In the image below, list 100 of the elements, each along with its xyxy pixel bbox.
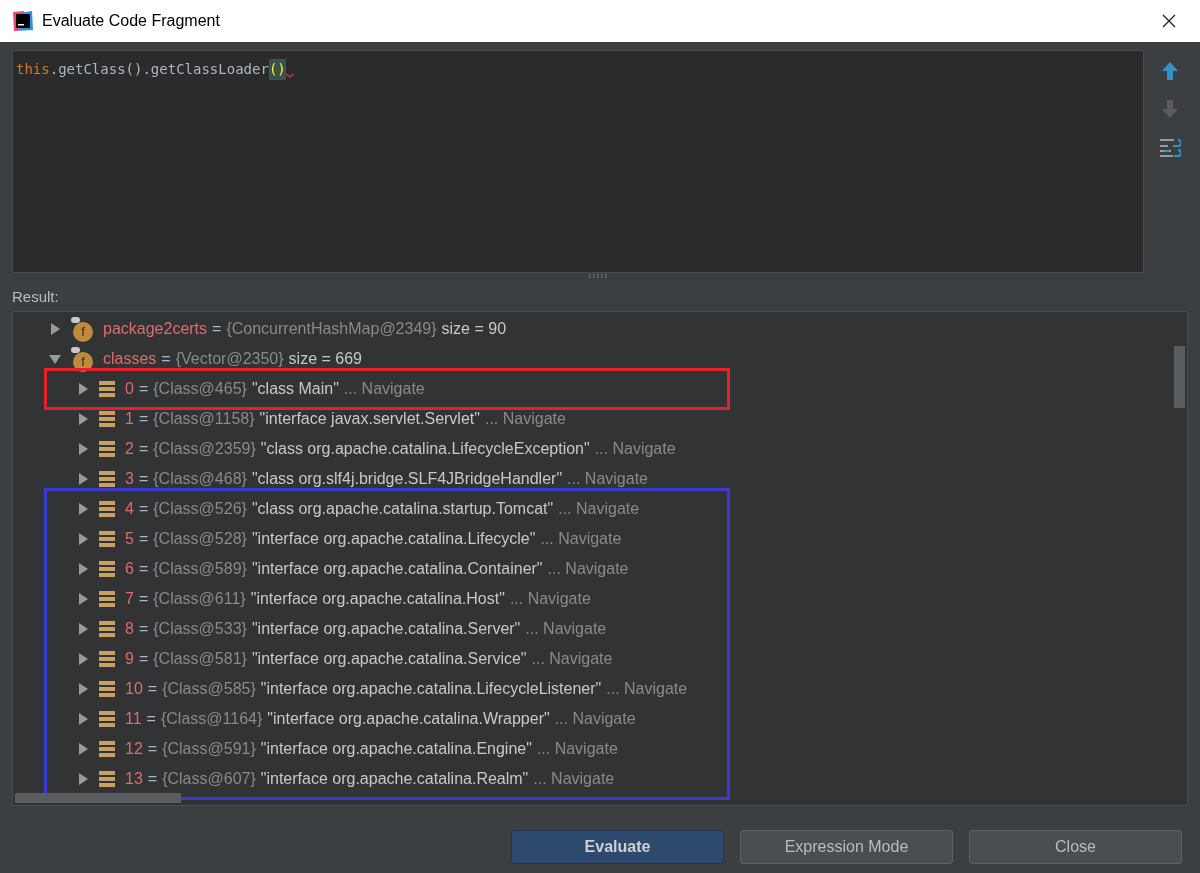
- equals-sign: =: [138, 499, 149, 519]
- object-type: {Class@465}: [153, 379, 247, 399]
- equals-sign: =: [138, 379, 149, 399]
- variable-name: 9: [125, 649, 134, 669]
- equals-sign: =: [147, 679, 158, 699]
- list-item-icon: [99, 471, 115, 487]
- navigate-link[interactable]: ... Navigate: [343, 377, 425, 401]
- navigate-link[interactable]: ... Navigate: [533, 767, 615, 791]
- object-value: "interface org.apache.catalina.Service": [251, 649, 527, 669]
- object-type: {Class@591}: [162, 739, 256, 759]
- variable-name: 7: [125, 589, 134, 609]
- expand-arrow-icon[interactable]: [77, 473, 89, 485]
- object-type: {Class@585}: [162, 679, 256, 699]
- object-value: "class org.slf4j.bridge.SLF4JBridgeHandler": [251, 469, 563, 489]
- variable-name: 2: [125, 439, 134, 459]
- list-item-icon: [99, 591, 115, 607]
- equals-sign: =: [138, 409, 149, 429]
- expand-arrow-icon[interactable]: [77, 653, 89, 665]
- navigate-link[interactable]: ... Navigate: [531, 647, 613, 671]
- variable-name: 0: [125, 379, 134, 399]
- expand-arrow-icon[interactable]: [77, 533, 89, 545]
- close-icon[interactable]: [1162, 14, 1176, 28]
- up-arrow-icon[interactable]: [1162, 62, 1179, 80]
- object-type: {ConcurrentHashMap@2349}: [226, 319, 437, 339]
- equals-sign: =: [138, 439, 149, 459]
- list-item-icon: [99, 441, 115, 457]
- expand-arrow-icon[interactable]: [77, 593, 89, 605]
- object-value: "interface org.apache.catalina.Container": [251, 559, 543, 579]
- vertical-scrollbar[interactable]: [1174, 346, 1185, 408]
- variable-name: 4: [125, 499, 134, 519]
- navigate-link[interactable]: ... Navigate: [547, 557, 629, 581]
- object-type: {Class@526}: [153, 499, 247, 519]
- equals-sign: =: [212, 319, 222, 339]
- equals-sign: =: [146, 709, 156, 729]
- expand-arrow-icon[interactable]: [77, 713, 89, 725]
- expand-arrow-icon[interactable]: [77, 443, 89, 455]
- object-value: "interface org.apache.catalina.Wrapper": [267, 709, 550, 729]
- expand-arrow-icon[interactable]: [77, 383, 89, 395]
- object-value: "class Main": [251, 379, 339, 399]
- equals-sign: =: [161, 349, 171, 369]
- expand-arrow-icon[interactable]: [49, 323, 61, 335]
- expand-arrow-icon[interactable]: [77, 413, 89, 425]
- variable-name: 3: [125, 469, 134, 489]
- object-value: size = 90: [441, 319, 507, 339]
- navigate-link[interactable]: ... Navigate: [567, 467, 648, 491]
- list-item-icon: [99, 561, 115, 577]
- variable-name: 10: [125, 679, 143, 699]
- navigate-link[interactable]: ... Navigate: [525, 617, 607, 641]
- window-title: Evaluate Code Fragment: [42, 11, 220, 31]
- equals-sign: =: [147, 769, 158, 789]
- navigate-link[interactable]: ... Navigate: [554, 707, 636, 731]
- equals-sign: =: [147, 739, 158, 759]
- object-value: "interface org.apache.catalina.Engine": [260, 739, 532, 759]
- dialog-button[interactable]: Evaluate: [511, 830, 724, 864]
- dialog-button[interactable]: Expression Mode: [740, 830, 953, 864]
- navigate-link[interactable]: ... Navigate: [540, 527, 622, 551]
- code-token: this: [16, 60, 50, 79]
- navigate-link[interactable]: ... Navigate: [536, 737, 618, 761]
- object-type: {Class@2359}: [153, 439, 256, 459]
- navigate-link[interactable]: ... Navigate: [558, 497, 640, 521]
- list-item-icon: [99, 501, 115, 517]
- list-item-icon: [99, 681, 115, 697]
- object-value: "interface org.apache.catalina.Lifecycle": [251, 529, 536, 549]
- expand-arrow-icon[interactable]: [77, 563, 89, 575]
- object-value: "class org.apache.catalina.LifecycleException": [260, 439, 590, 459]
- navigate-link[interactable]: ... Navigate: [509, 587, 591, 611]
- variable-name: 6: [125, 559, 134, 579]
- expand-arrow-icon[interactable]: [77, 743, 89, 755]
- variable-name: 1: [125, 409, 134, 429]
- expand-arrow-icon[interactable]: [77, 503, 89, 515]
- equals-sign: =: [138, 589, 149, 609]
- object-value: "interface org.apache.catalina.Host": [250, 589, 505, 609]
- variable-name: package2certs: [103, 319, 208, 339]
- object-type: {Class@528}: [153, 529, 247, 549]
- variable-name: 11: [125, 709, 142, 729]
- object-type: {Class@1164}: [160, 709, 263, 729]
- list-item-icon: [99, 711, 115, 727]
- object-value: "interface org.apache.catalina.Server": [251, 619, 521, 639]
- expand-arrow-icon[interactable]: [77, 623, 89, 635]
- code-token: (): [268, 59, 286, 80]
- collapse-arrow-icon[interactable]: [49, 353, 61, 365]
- navigate-link[interactable]: ... Navigate: [594, 437, 676, 461]
- equals-sign: =: [138, 619, 149, 639]
- expand-arrow-icon[interactable]: [77, 683, 89, 695]
- navigate-link[interactable]: ... Navigate: [484, 407, 566, 431]
- navigate-link[interactable]: ... Navigate: [606, 677, 688, 701]
- code-token: .getClass().getClassLoader: [49, 60, 269, 79]
- list-item-icon: [99, 741, 115, 757]
- expand-arrow-icon[interactable]: [77, 773, 89, 785]
- object-type: {Class@581}: [153, 649, 247, 669]
- settings-icon[interactable]: [1159, 138, 1182, 158]
- variable-name: classes: [103, 349, 157, 369]
- dialog-button[interactable]: Close: [969, 830, 1182, 864]
- list-item-icon: [99, 411, 115, 427]
- variable-name: 12: [125, 739, 143, 759]
- object-type: {Class@533}: [153, 619, 247, 639]
- object-value: size = 669: [288, 349, 362, 369]
- object-type: {Class@611}: [153, 589, 246, 609]
- equals-sign: =: [138, 649, 149, 669]
- horizontal-scrollbar[interactable]: [15, 793, 181, 803]
